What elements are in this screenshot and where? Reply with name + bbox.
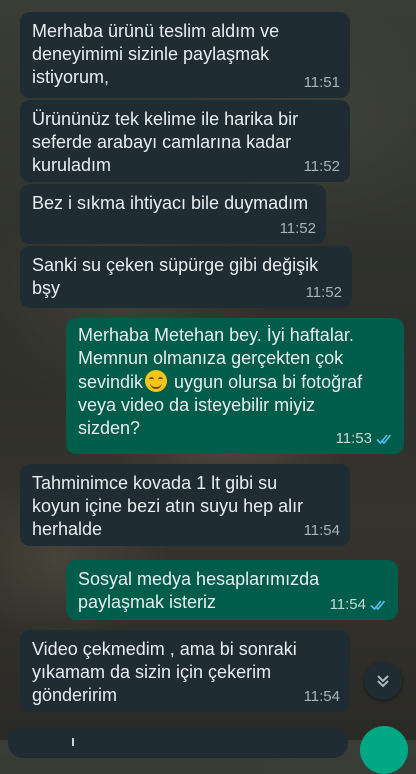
message-outgoing[interactable]: Sosyal medya hesaplarımızda paylaşmak is…	[66, 560, 398, 620]
compose-bar	[0, 722, 416, 774]
message-text: Tahminimce kovada 1 lt gibi su koyun içi…	[32, 473, 304, 539]
message-time: 11:54	[303, 522, 340, 539]
message-time: 11:52	[303, 158, 340, 175]
message-text: Merhaba ürünü teslim aldım ve deneyimimi…	[32, 21, 280, 87]
message-text: Sanki su çeken süpürge gibi değişik bşy	[32, 255, 319, 298]
message-time: 11:51	[303, 74, 340, 91]
message-time: 11:54	[303, 688, 340, 705]
message-text: Bez i sıkma ihtiyacı bile duymadım	[32, 193, 309, 213]
message-incoming[interactable]: Ürününüz tek kelime ile harika bir sefer…	[20, 100, 350, 182]
message-text: Ürününüz tek kelime ile harika bir sefer…	[32, 109, 299, 175]
chevron-double-down-icon	[377, 675, 389, 688]
message-time: 11:52	[305, 284, 342, 301]
message-incoming[interactable]: Bez i sıkma ihtiyacı bile duymadım 11:52	[20, 184, 326, 244]
double-check-icon	[370, 600, 386, 611]
message-incoming[interactable]: Merhaba ürünü teslim aldım ve deneyimimi…	[20, 12, 350, 98]
double-check-icon	[376, 434, 392, 445]
message-time: 11:52	[279, 220, 316, 237]
scroll-to-bottom-button[interactable]	[364, 662, 402, 700]
message-incoming[interactable]: Tahminimce kovada 1 lt gibi su koyun içi…	[20, 464, 350, 546]
smiling-face-emoji-icon	[145, 370, 168, 392]
message-text: Merhaba Metehan bey. İyi haftalar. Memnu…	[78, 325, 363, 438]
chat-area[interactable]: Merhaba ürünü teslim aldım ve deneyimimi…	[0, 0, 416, 774]
send-button[interactable]	[360, 726, 408, 774]
message-outgoing[interactable]: Merhaba Metehan bey. İyi haftalar. Memnu…	[66, 318, 404, 454]
message-text: Video çekmedim , ama bi sonraki yıkamam …	[32, 639, 297, 705]
message-incoming[interactable]: Video çekmedim , ama bi sonraki yıkamam …	[20, 630, 350, 712]
message-time: 11:54	[330, 596, 388, 614]
message-input[interactable]	[8, 728, 348, 758]
message-time: 11:53	[336, 430, 394, 448]
message-incoming[interactable]: Sanki su çeken süpürge gibi değişik bşy …	[20, 246, 352, 308]
text-caret	[72, 738, 74, 746]
